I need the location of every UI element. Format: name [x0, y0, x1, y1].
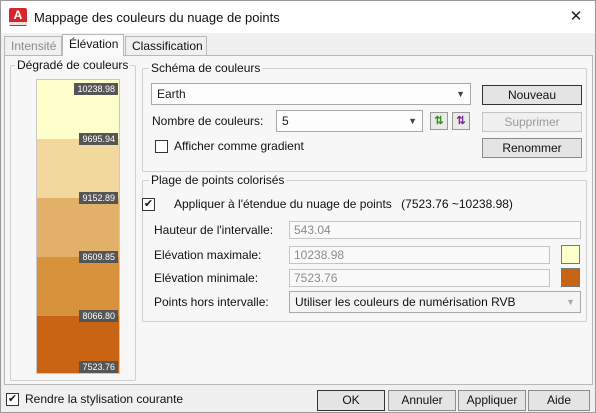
new-scheme-label: Nouveau: [507, 88, 557, 102]
gradient-tick-label: 7523.76: [79, 361, 118, 373]
gradient-group: Dégradé de couleurs 10238.98 9695.94 915…: [10, 58, 136, 381]
interval-height-field[interactable]: 543.04: [289, 221, 581, 239]
colorized-range-group: Plage de points colorisés ✔ Appliquer à …: [142, 173, 587, 322]
chevron-down-icon: ▼: [408, 116, 417, 126]
tab-intensite[interactable]: Intensité: [4, 36, 62, 56]
apply-extent-range: (7523.76 ~10238.98): [401, 197, 513, 211]
interval-height-value: 543.04: [294, 223, 331, 237]
gradient-tick-label: 9152.89: [79, 192, 118, 204]
color-scheme-title: Schéma de couleurs: [149, 61, 263, 75]
min-elevation-field[interactable]: 7523.76: [289, 269, 550, 287]
min-elevation-color-swatch[interactable]: [561, 268, 580, 287]
cancel-label: Annuler: [401, 393, 443, 407]
gradient-group-title: Dégradé de couleurs: [15, 58, 131, 72]
gradient-band: [37, 198, 119, 257]
chevron-down-icon: ▼: [456, 89, 465, 99]
color-count-value: 5: [282, 114, 289, 128]
dialog-window: A Mappage des couleurs du nuage de point…: [0, 0, 596, 413]
out-of-range-select[interactable]: Utiliser les couleurs de numérisation RV…: [289, 291, 581, 313]
new-scheme-button[interactable]: Nouveau: [482, 85, 582, 105]
dialog-title: Mappage des couleurs du nuage de points: [34, 10, 280, 25]
apply-style-label: Rendre la stylisation courante: [25, 392, 184, 406]
apply-button[interactable]: Appliquer: [458, 390, 526, 411]
rename-scheme-label: Renommer: [502, 141, 562, 155]
autocad-app-icon: A: [9, 8, 27, 26]
color-scheme-value: Earth: [157, 87, 186, 101]
show-gradient-checkbox[interactable]: [155, 140, 168, 153]
min-elevation-label: Elévation minimale:: [154, 271, 259, 285]
tab-elevation[interactable]: Élévation: [62, 34, 124, 56]
reverse-colors-icon[interactable]: ⇅: [430, 112, 448, 130]
tab-content: Dégradé de couleurs 10238.98 9695.94 915…: [4, 55, 593, 385]
apply-extent-label: Appliquer à l'étendue du nuage de points…: [174, 197, 513, 211]
max-elevation-value: 10238.98: [294, 248, 345, 262]
gradient-tick-label: 10238.98: [74, 83, 118, 95]
gradient-band: [37, 257, 119, 316]
chevron-down-icon: ▼: [566, 297, 575, 307]
apply-extent-text: Appliquer à l'étendue du nuage de points: [174, 197, 392, 211]
gradient-tick-label: 8066.80: [79, 310, 118, 322]
cancel-button[interactable]: Annuler: [388, 390, 456, 411]
delete-scheme-button[interactable]: Supprimer: [482, 112, 582, 132]
help-button[interactable]: Aide: [528, 390, 590, 411]
max-elevation-color-swatch[interactable]: [561, 245, 580, 264]
ok-button[interactable]: OK: [317, 390, 385, 411]
dialog-footer: ✔ Rendre la stylisation courante OK Annu…: [1, 386, 595, 413]
close-icon[interactable]: ✕: [561, 3, 591, 31]
rename-scheme-button[interactable]: Renommer: [482, 138, 582, 158]
max-elevation-label: Elévation maximale:: [154, 248, 262, 262]
apply-label: Appliquer: [466, 393, 518, 407]
gradient-band: [37, 139, 119, 198]
out-of-range-value: Utiliser les couleurs de numérisation RV…: [295, 295, 516, 309]
interval-height-label: Hauteur de l'intervalle:: [154, 223, 274, 237]
color-scheme-select[interactable]: Earth ▼: [151, 83, 471, 105]
show-gradient-label: Afficher comme gradient: [174, 139, 304, 153]
color-count-label: Nombre de couleurs:: [152, 114, 264, 128]
apply-extent-checkbox[interactable]: ✔: [142, 198, 155, 211]
help-label: Aide: [546, 393, 572, 407]
color-count-select[interactable]: 5 ▼: [276, 110, 423, 132]
out-of-range-label: Points hors intervalle:: [154, 295, 269, 309]
colorized-range-title: Plage de points colorisés: [149, 173, 287, 187]
min-elevation-value: 7523.76: [294, 271, 338, 285]
gradient-strip: 10238.98 9695.94 9152.89 8609.85 8066.80…: [36, 79, 120, 374]
gradient-tick-label: 9695.94: [79, 133, 118, 145]
gradient-tick-label: 8609.85: [79, 251, 118, 263]
tab-classification[interactable]: Classification: [125, 36, 207, 56]
color-scheme-group: Schéma de couleurs Earth ▼ Nouveau Nombr…: [142, 61, 587, 172]
ok-label: OK: [342, 393, 360, 407]
title-bar: A Mappage des couleurs du nuage de point…: [1, 1, 595, 33]
apply-style-checkbox[interactable]: ✔: [6, 393, 19, 406]
max-elevation-field[interactable]: 10238.98: [289, 246, 550, 264]
color-palette-icon[interactable]: ⇅: [452, 112, 470, 130]
delete-scheme-label: Supprimer: [504, 115, 560, 129]
